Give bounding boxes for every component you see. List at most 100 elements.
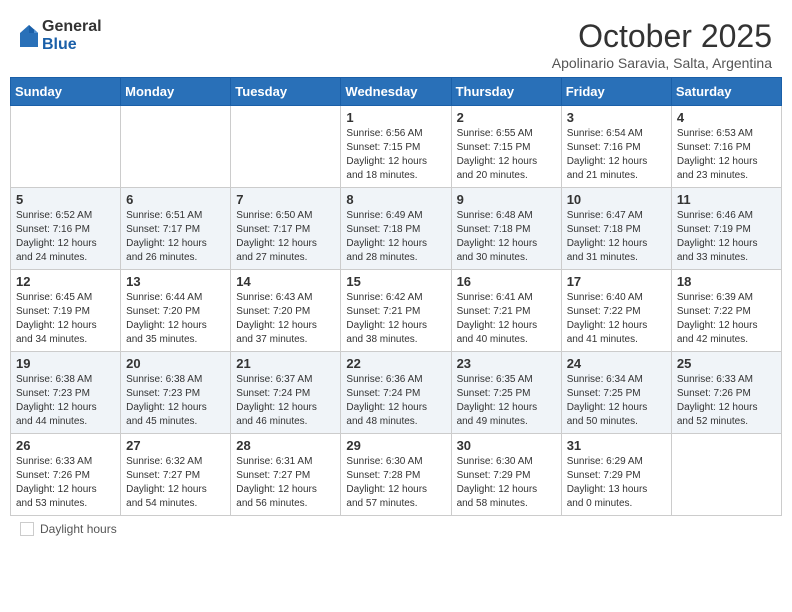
day-info: Sunrise: 6:30 AMSunset: 7:29 PMDaylight:… bbox=[457, 455, 556, 511]
legend-box bbox=[20, 522, 34, 536]
day-info: Sunrise: 6:33 AMSunset: 7:26 PMDaylight:… bbox=[16, 455, 115, 511]
logo-icon bbox=[20, 25, 38, 47]
day-number: 14 bbox=[236, 274, 335, 289]
day-cell: 5Sunrise: 6:52 AMSunset: 7:16 PMDaylight… bbox=[11, 188, 121, 270]
day-number: 2 bbox=[457, 110, 556, 125]
day-cell: 31 Sunrise: 6:29 AMSunset: 7:29 PMDayligh… bbox=[561, 434, 671, 516]
day-info: Sunrise: 6:53 AMSunset: 7:16 PMDaylight:… bbox=[677, 127, 776, 183]
day-info: Sunrise: 6:47 AMSunset: 7:18 PMDaylight:… bbox=[567, 209, 666, 265]
calendar: SundayMondayTuesdayWednesdayThursdayFrid… bbox=[10, 77, 782, 516]
day-number: 1 bbox=[346, 110, 445, 125]
day-info: Sunrise: 6:54 AMSunset: 7:16 PMDaylight:… bbox=[567, 127, 666, 183]
day-cell: 24 Sunrise: 6:34 AMSunset: 7:25 PMDayligh… bbox=[561, 352, 671, 434]
day-number: 16 bbox=[457, 274, 556, 289]
day-number: 23 bbox=[457, 356, 556, 371]
day-number: 8 bbox=[346, 192, 445, 207]
day-info: Sunrise: 6:38 AMSunset: 7:23 PMDaylight:… bbox=[16, 373, 115, 429]
day-info: Sunrise: 6:41 AMSunset: 7:21 PMDaylight:… bbox=[457, 291, 556, 347]
day-info: Sunrise: 6:37 AMSunset: 7:24 PMDaylight:… bbox=[236, 373, 335, 429]
logo: General Blue bbox=[20, 18, 102, 53]
day-cell: 14 Sunrise: 6:43 AMSunset: 7:20 PMDayligh… bbox=[231, 270, 341, 352]
day-header-friday: Friday bbox=[561, 78, 671, 106]
day-cell: 13Sunrise: 6:44 AMSunset: 7:20 PMDayligh… bbox=[121, 270, 231, 352]
day-number: 27 bbox=[126, 438, 225, 453]
day-number: 18 bbox=[677, 274, 776, 289]
day-number: 6 bbox=[126, 192, 225, 207]
day-info: Sunrise: 6:42 AMSunset: 7:21 PMDaylight:… bbox=[346, 291, 445, 347]
day-cell: 25 Sunrise: 6:33 AMSunset: 7:26 PMDayligh… bbox=[671, 352, 781, 434]
day-cell: 1 Sunrise: 6:56 AMSunset: 7:15 PMDaylight… bbox=[341, 106, 451, 188]
day-cell bbox=[121, 106, 231, 188]
day-info: Sunrise: 6:29 AMSunset: 7:29 PMDaylight:… bbox=[567, 455, 666, 511]
header: General Blue October 2025 Apolinario Sar… bbox=[10, 10, 782, 77]
day-info: Sunrise: 6:40 AMSunset: 7:22 PMDaylight:… bbox=[567, 291, 666, 347]
day-cell: 6Sunrise: 6:51 AMSunset: 7:17 PMDaylight… bbox=[121, 188, 231, 270]
day-info: Sunrise: 6:46 AMSunset: 7:19 PMDaylight:… bbox=[677, 209, 776, 265]
day-cell: 10 Sunrise: 6:47 AMSunset: 7:18 PMDayligh… bbox=[561, 188, 671, 270]
title-section: October 2025 Apolinario Saravia, Salta, … bbox=[552, 18, 772, 71]
day-cell bbox=[11, 106, 121, 188]
day-info: Sunrise: 6:32 AMSunset: 7:27 PMDaylight:… bbox=[126, 455, 225, 511]
day-number: 31 bbox=[567, 438, 666, 453]
day-cell: 11Sunrise: 6:46 AMSunset: 7:19 PMDayligh… bbox=[671, 188, 781, 270]
day-cell: 9 Sunrise: 6:48 AMSunset: 7:18 PMDaylight… bbox=[451, 188, 561, 270]
day-cell: 22 Sunrise: 6:36 AMSunset: 7:24 PMDayligh… bbox=[341, 352, 451, 434]
day-number: 24 bbox=[567, 356, 666, 371]
day-cell: 21 Sunrise: 6:37 AMSunset: 7:24 PMDayligh… bbox=[231, 352, 341, 434]
footer: Daylight hours bbox=[10, 516, 782, 542]
day-number: 17 bbox=[567, 274, 666, 289]
day-info: Sunrise: 6:48 AMSunset: 7:18 PMDaylight:… bbox=[457, 209, 556, 265]
day-info: Sunrise: 6:30 AMSunset: 7:28 PMDaylight:… bbox=[346, 455, 445, 511]
day-cell: 2 Sunrise: 6:55 AMSunset: 7:15 PMDaylight… bbox=[451, 106, 561, 188]
day-header-tuesday: Tuesday bbox=[231, 78, 341, 106]
day-cell: 20Sunrise: 6:38 AMSunset: 7:23 PMDayligh… bbox=[121, 352, 231, 434]
day-number: 19 bbox=[16, 356, 115, 371]
logo-text: General Blue bbox=[42, 18, 102, 53]
day-number: 13 bbox=[126, 274, 225, 289]
day-cell: 30Sunrise: 6:30 AMSunset: 7:29 PMDayligh… bbox=[451, 434, 561, 516]
day-info: Sunrise: 6:36 AMSunset: 7:24 PMDaylight:… bbox=[346, 373, 445, 429]
calendar-header: SundayMondayTuesdayWednesdayThursdayFrid… bbox=[11, 78, 782, 106]
day-info: Sunrise: 6:49 AMSunset: 7:18 PMDaylight:… bbox=[346, 209, 445, 265]
week-row-5: 26 Sunrise: 6:33 AMSunset: 7:26 PMDayligh… bbox=[11, 434, 782, 516]
header-row: SundayMondayTuesdayWednesdayThursdayFrid… bbox=[11, 78, 782, 106]
day-cell: 17 Sunrise: 6:40 AMSunset: 7:22 PMDayligh… bbox=[561, 270, 671, 352]
day-info: Sunrise: 6:56 AMSunset: 7:15 PMDaylight:… bbox=[346, 127, 445, 183]
day-number: 26 bbox=[16, 438, 115, 453]
day-cell bbox=[671, 434, 781, 516]
day-cell: 7Sunrise: 6:50 AMSunset: 7:17 PMDaylight… bbox=[231, 188, 341, 270]
day-number: 12 bbox=[16, 274, 115, 289]
day-header-sunday: Sunday bbox=[11, 78, 121, 106]
day-number: 29 bbox=[346, 438, 445, 453]
day-header-thursday: Thursday bbox=[451, 78, 561, 106]
day-number: 28 bbox=[236, 438, 335, 453]
day-info: Sunrise: 6:50 AMSunset: 7:17 PMDaylight:… bbox=[236, 209, 335, 265]
day-cell: 29 Sunrise: 6:30 AMSunset: 7:28 PMDayligh… bbox=[341, 434, 451, 516]
day-cell: 23 Sunrise: 6:35 AMSunset: 7:25 PMDayligh… bbox=[451, 352, 561, 434]
logo-blue: Blue bbox=[42, 36, 102, 54]
day-cell bbox=[231, 106, 341, 188]
day-info: Sunrise: 6:35 AMSunset: 7:25 PMDaylight:… bbox=[457, 373, 556, 429]
day-number: 9 bbox=[457, 192, 556, 207]
page: General Blue October 2025 Apolinario Sar… bbox=[0, 0, 792, 612]
day-cell: 8 Sunrise: 6:49 AMSunset: 7:18 PMDaylight… bbox=[341, 188, 451, 270]
day-info: Sunrise: 6:52 AMSunset: 7:16 PMDaylight:… bbox=[16, 209, 115, 265]
legend-label: Daylight hours bbox=[40, 522, 117, 536]
day-cell: 15Sunrise: 6:42 AMSunset: 7:21 PMDayligh… bbox=[341, 270, 451, 352]
day-info: Sunrise: 6:38 AMSunset: 7:23 PMDaylight:… bbox=[126, 373, 225, 429]
day-cell: 4Sunrise: 6:53 AMSunset: 7:16 PMDaylight… bbox=[671, 106, 781, 188]
day-number: 10 bbox=[567, 192, 666, 207]
day-info: Sunrise: 6:43 AMSunset: 7:20 PMDaylight:… bbox=[236, 291, 335, 347]
day-info: Sunrise: 6:34 AMSunset: 7:25 PMDaylight:… bbox=[567, 373, 666, 429]
day-number: 3 bbox=[567, 110, 666, 125]
day-header-monday: Monday bbox=[121, 78, 231, 106]
day-cell: 26 Sunrise: 6:33 AMSunset: 7:26 PMDayligh… bbox=[11, 434, 121, 516]
day-info: Sunrise: 6:33 AMSunset: 7:26 PMDaylight:… bbox=[677, 373, 776, 429]
day-info: Sunrise: 6:39 AMSunset: 7:22 PMDaylight:… bbox=[677, 291, 776, 347]
day-number: 25 bbox=[677, 356, 776, 371]
day-number: 21 bbox=[236, 356, 335, 371]
week-row-4: 19 Sunrise: 6:38 AMSunset: 7:23 PMDayligh… bbox=[11, 352, 782, 434]
day-cell: 16 Sunrise: 6:41 AMSunset: 7:21 PMDayligh… bbox=[451, 270, 561, 352]
day-number: 22 bbox=[346, 356, 445, 371]
day-info: Sunrise: 6:55 AMSunset: 7:15 PMDaylight:… bbox=[457, 127, 556, 183]
